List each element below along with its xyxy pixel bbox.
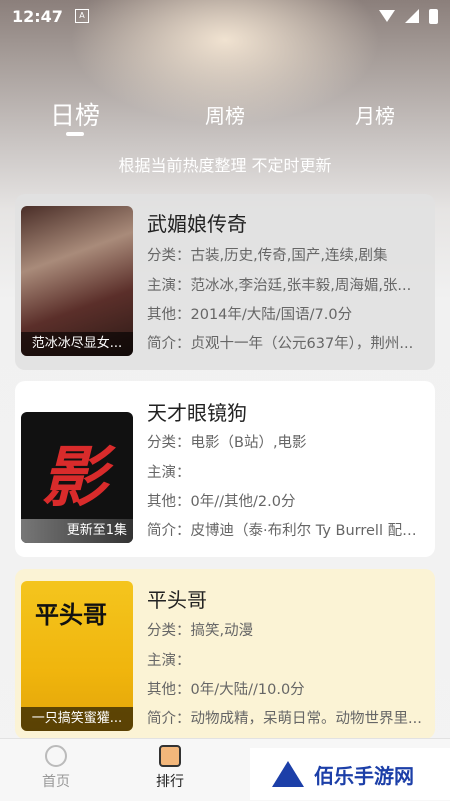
wifi-icon: [379, 10, 395, 22]
poster-caption: 范冰冰尽显女...: [21, 332, 133, 356]
tab-weekly[interactable]: 周榜: [205, 100, 245, 129]
battery-icon: [429, 8, 438, 24]
rank-item-card[interactable]: 范冰冰尽显女... 武媚娘传奇 分类：古装,历史,传奇,国产,连续,剧集 主演：…: [15, 194, 435, 370]
item-intro: 简介：皮博迪（泰·布利尔 Ty Burrell 配音...: [147, 523, 425, 539]
nav-rank[interactable]: 排行: [140, 745, 200, 791]
notification-icon: A: [74, 9, 89, 23]
rank-item-card[interactable]: 平头哥 一只搞笑蜜獾... 平头哥 分类：搞笑,动漫 主演： 其他：0年/大陆/…: [15, 569, 435, 739]
status-bar: 12:47 A: [0, 0, 450, 32]
rank-subtitle: 根据当前热度整理 不定时更新: [118, 156, 332, 175]
nav-rank-label: 排行: [156, 774, 184, 790]
rank-tabs: 日榜 周榜 月榜: [0, 92, 450, 142]
rank-item-card[interactable]: 影 更新至1集 天才眼镜狗 分类：电影（B站）,电影 主演： 其他：0年//其他…: [15, 381, 435, 557]
item-intro: 简介：贞观十一年（公元637年），荆州...: [147, 336, 414, 352]
poster-caption: 更新至1集: [21, 519, 133, 543]
item-cast: 主演：: [147, 465, 191, 481]
watermark-icon: [272, 761, 304, 787]
tab-daily[interactable]: 日榜: [50, 96, 100, 132]
poster-caption: 一只搞笑蜜獾...: [21, 707, 133, 731]
poster-art-text: 影: [41, 439, 107, 516]
watermark-text: 佰乐手游网: [314, 763, 414, 788]
poster-image[interactable]: 影 更新至1集: [21, 412, 133, 543]
poster-image[interactable]: 范冰冰尽显女...: [21, 206, 133, 356]
item-other: 其他：2014年/大陆/国语/7.0分: [147, 307, 353, 323]
item-title: 武媚娘传奇: [147, 212, 247, 236]
watermark-logo: 佰乐手游网: [250, 748, 450, 800]
nav-home[interactable]: 首页: [26, 745, 86, 791]
item-title: 平头哥: [147, 588, 207, 612]
item-title: 天才眼镜狗: [147, 401, 247, 425]
item-category: 分类：电影（B站）,电影: [147, 435, 307, 451]
item-category: 分类：搞笑,动漫: [147, 623, 254, 639]
item-category: 分类：古装,历史,传奇,国产,连续,剧集: [147, 248, 388, 264]
tab-indicator: [66, 132, 84, 136]
item-other: 其他：0年/大陆//10.0分: [147, 682, 305, 698]
poster-art-text: 平头哥: [35, 601, 107, 629]
item-intro: 简介：动物成精，呆萌日常。动物世界里...: [147, 711, 422, 727]
poster-image[interactable]: 平头哥 一只搞笑蜜獾...: [21, 581, 133, 731]
rank-icon: [159, 745, 181, 767]
item-other: 其他：0年//其他/2.0分: [147, 494, 296, 510]
item-cast: 主演：范冰冰,李治廷,张丰毅,周海媚,张...: [147, 278, 412, 294]
item-cast: 主演：: [147, 653, 191, 669]
nav-home-label: 首页: [42, 774, 70, 790]
tab-monthly[interactable]: 月榜: [355, 100, 395, 129]
signal-icon: [405, 9, 419, 23]
home-icon: [45, 745, 67, 767]
status-time: 12:47: [12, 6, 63, 26]
